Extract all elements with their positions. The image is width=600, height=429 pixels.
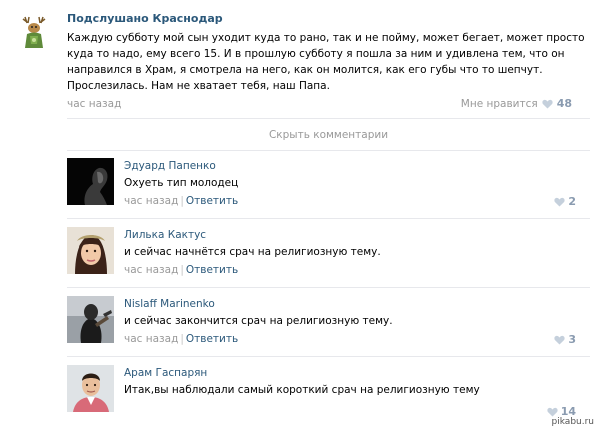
- comment-time[interactable]: час назад: [124, 195, 178, 207]
- comment-like-count: 3: [568, 333, 576, 346]
- group-avatar[interactable]: [16, 14, 52, 50]
- watermark: pikabu.ru: [549, 417, 596, 427]
- comment-meta: час назад | Ответить: [124, 195, 238, 207]
- comment-like-button[interactable]: 3: [554, 333, 576, 346]
- separator: |: [180, 264, 184, 276]
- like-label: Мне нравится: [460, 97, 538, 110]
- deer-icon: [16, 14, 52, 50]
- comment: Лилька Кактус и сейчас начнётся срач на …: [67, 220, 590, 288]
- post-text: Каждую субботу мой сын уходит куда то ра…: [67, 32, 585, 92]
- wall-post: Подслушано Краснодар Каждую субботу мой …: [0, 0, 600, 120]
- hide-comments-link[interactable]: Скрыть комментарии: [67, 122, 590, 148]
- comment-author[interactable]: Лилька Кактус: [124, 229, 206, 241]
- comment-text: Охуеть тип молодец: [124, 177, 239, 189]
- comment-meta: час назад | Ответить: [124, 264, 238, 276]
- heart-icon: [554, 335, 565, 345]
- comment-time[interactable]: час назад: [124, 333, 178, 345]
- post-time[interactable]: час назад: [67, 98, 121, 110]
- comment-author[interactable]: Арам Гаспарян: [124, 367, 207, 379]
- avatar[interactable]: [67, 227, 114, 274]
- like-count: 48: [556, 97, 572, 110]
- comment-text: и сейчас закончится срач на религиозную …: [124, 315, 393, 327]
- reply-link[interactable]: Ответить: [186, 264, 238, 276]
- post-like-button[interactable]: Мне нравится 48: [461, 97, 572, 110]
- comment-like-count: 2: [568, 195, 576, 208]
- separator: |: [180, 195, 184, 207]
- comment-author[interactable]: Nislaff Marinenko: [124, 298, 215, 310]
- avatar[interactable]: [67, 158, 114, 205]
- heart-icon: [542, 99, 553, 109]
- separator: |: [180, 333, 184, 345]
- comment-author[interactable]: Эдуард Папенко: [124, 160, 216, 172]
- avatar[interactable]: [67, 365, 114, 412]
- divider: [67, 118, 590, 119]
- reply-link[interactable]: Ответить: [186, 333, 238, 345]
- comment-text: и сейчас начнётся срач на религиозную те…: [124, 246, 381, 258]
- comment: Эдуард Папенко Охуеть тип молодец час на…: [67, 151, 590, 219]
- heart-icon: [554, 197, 565, 207]
- comment: Nislaff Marinenko и сейчас закончится ср…: [67, 289, 590, 357]
- comment-time[interactable]: час назад: [124, 264, 178, 276]
- comment-meta: час назад | Ответить: [124, 333, 238, 345]
- comment: Арам Гаспарян Итак,вы наблюдали самый ко…: [67, 358, 590, 426]
- reply-link[interactable]: Ответить: [186, 195, 238, 207]
- post-author[interactable]: Подслушано Краснодар: [67, 12, 223, 25]
- comment-text: Итак,вы наблюдали самый короткий срач на…: [124, 384, 480, 396]
- comment-like-button[interactable]: 2: [554, 195, 576, 208]
- avatar[interactable]: [67, 296, 114, 343]
- heart-icon: [547, 407, 558, 417]
